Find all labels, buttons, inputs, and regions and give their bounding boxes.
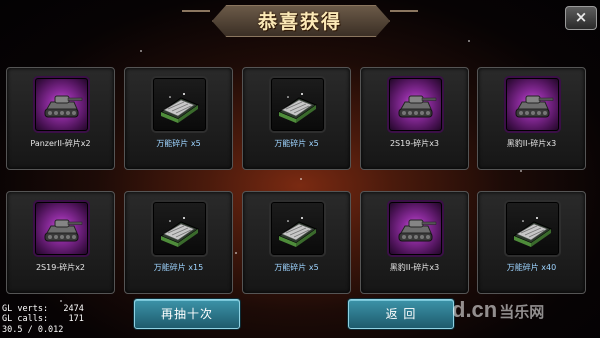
tank-fragment-icon bbox=[389, 78, 442, 131]
star-sparkle bbox=[468, 40, 470, 42]
debug-gl-verts: GL verts: 2474 bbox=[2, 304, 84, 314]
close-button[interactable]: × bbox=[565, 6, 597, 30]
back-button[interactable]: 返 回 bbox=[348, 299, 454, 329]
reward-card: 黑豹II-碎片x3 bbox=[477, 67, 586, 170]
tank-svg bbox=[398, 219, 437, 242]
reward-label: 2S19-碎片x2 bbox=[35, 263, 86, 272]
universal-fragment-icon bbox=[271, 202, 324, 255]
chip-svg bbox=[277, 93, 318, 123]
reward-label: 黑豹II-碎片x3 bbox=[506, 139, 557, 148]
reward-label: 黑豹II-碎片x3 bbox=[389, 263, 440, 272]
reward-label: 万能碎片 x5 bbox=[274, 263, 319, 272]
star-sparkle bbox=[520, 170, 522, 172]
watermark-logo: d.cn bbox=[452, 297, 498, 322]
star-sparkle bbox=[60, 300, 62, 302]
page-title: 恭喜获得 bbox=[257, 11, 342, 33]
reward-label: 万能碎片 x15 bbox=[153, 263, 204, 272]
reward-card: 万能碎片 x40 bbox=[477, 191, 586, 294]
reward-label: 万能碎片 x40 bbox=[506, 263, 557, 272]
universal-fragment-icon bbox=[153, 202, 206, 255]
reward-card: 万能碎片 x5 bbox=[242, 191, 351, 294]
star-sparkle bbox=[300, 178, 302, 180]
universal-fragment-icon bbox=[506, 202, 559, 255]
reward-card: 黑豹II-碎片x3 bbox=[360, 191, 469, 294]
tank-fragment-icon bbox=[35, 202, 88, 255]
reward-label: PanzerII-碎片x2 bbox=[30, 139, 91, 148]
debug-fps: 30.5 / 0.012 bbox=[2, 325, 64, 335]
header-ornament-right bbox=[390, 10, 418, 12]
reward-card: 万能碎片 x5 bbox=[242, 67, 351, 170]
tank-fragment-icon bbox=[35, 78, 88, 131]
close-icon: × bbox=[574, 8, 588, 26]
reward-card: 2S19-碎片x2 bbox=[6, 191, 115, 294]
chip-svg bbox=[159, 217, 200, 247]
draw-ten-again-button[interactable]: 再抽十次 bbox=[134, 299, 240, 329]
debug-gl-calls: GL calls: 171 bbox=[2, 314, 84, 324]
tank-svg bbox=[515, 95, 554, 118]
star-sparkle bbox=[235, 252, 237, 254]
watermark-text: 当乐网 bbox=[499, 304, 545, 321]
tank-fragment-icon bbox=[389, 202, 442, 255]
reward-label: 万能碎片 x5 bbox=[156, 139, 201, 148]
tank-svg bbox=[398, 95, 437, 118]
reward-card: 2S19-碎片x3 bbox=[360, 67, 469, 170]
universal-fragment-icon bbox=[271, 78, 324, 131]
reward-label: 2S19-碎片x3 bbox=[389, 139, 440, 148]
tank-svg bbox=[44, 95, 83, 118]
star-sparkle bbox=[140, 50, 142, 52]
chip-svg bbox=[159, 93, 200, 123]
header-ornament-left bbox=[182, 10, 210, 12]
reward-card: 万能碎片 x15 bbox=[124, 191, 233, 294]
tank-fragment-icon bbox=[506, 78, 559, 131]
reward-card: 万能碎片 x5 bbox=[124, 67, 233, 170]
chip-svg bbox=[277, 217, 318, 247]
universal-fragment-icon bbox=[153, 78, 206, 131]
tank-svg bbox=[44, 219, 83, 242]
site-watermark: d.cn 当乐网 bbox=[452, 297, 544, 323]
reward-label: 万能碎片 x5 bbox=[274, 139, 319, 148]
chip-svg bbox=[512, 217, 553, 247]
reward-card: PanzerII-碎片x2 bbox=[6, 67, 115, 170]
